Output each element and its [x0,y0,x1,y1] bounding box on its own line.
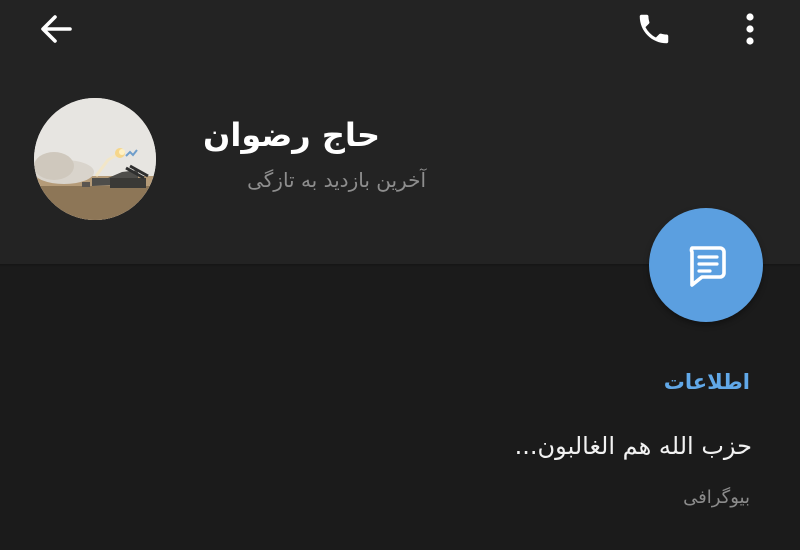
menu-button[interactable] [730,6,770,52]
send-message-button[interactable] [649,208,763,322]
avatar[interactable] [34,98,156,220]
contact-name: حاج رضوان [203,116,380,154]
call-button[interactable] [628,6,680,52]
bio-text[interactable]: حزب الله هم الغالبون... [515,432,752,460]
profile-photo [34,98,156,220]
more-vertical-icon [746,13,754,45]
last-seen-status: آخرین بازدید به تازگی [247,168,426,192]
message-icon [689,246,726,287]
info-section-title: اطلاعات [663,370,750,394]
bio-label: بیوگرافی [683,487,750,508]
phone-icon [639,14,669,44]
arrow-left-icon [41,15,72,43]
back-button[interactable] [30,6,82,52]
